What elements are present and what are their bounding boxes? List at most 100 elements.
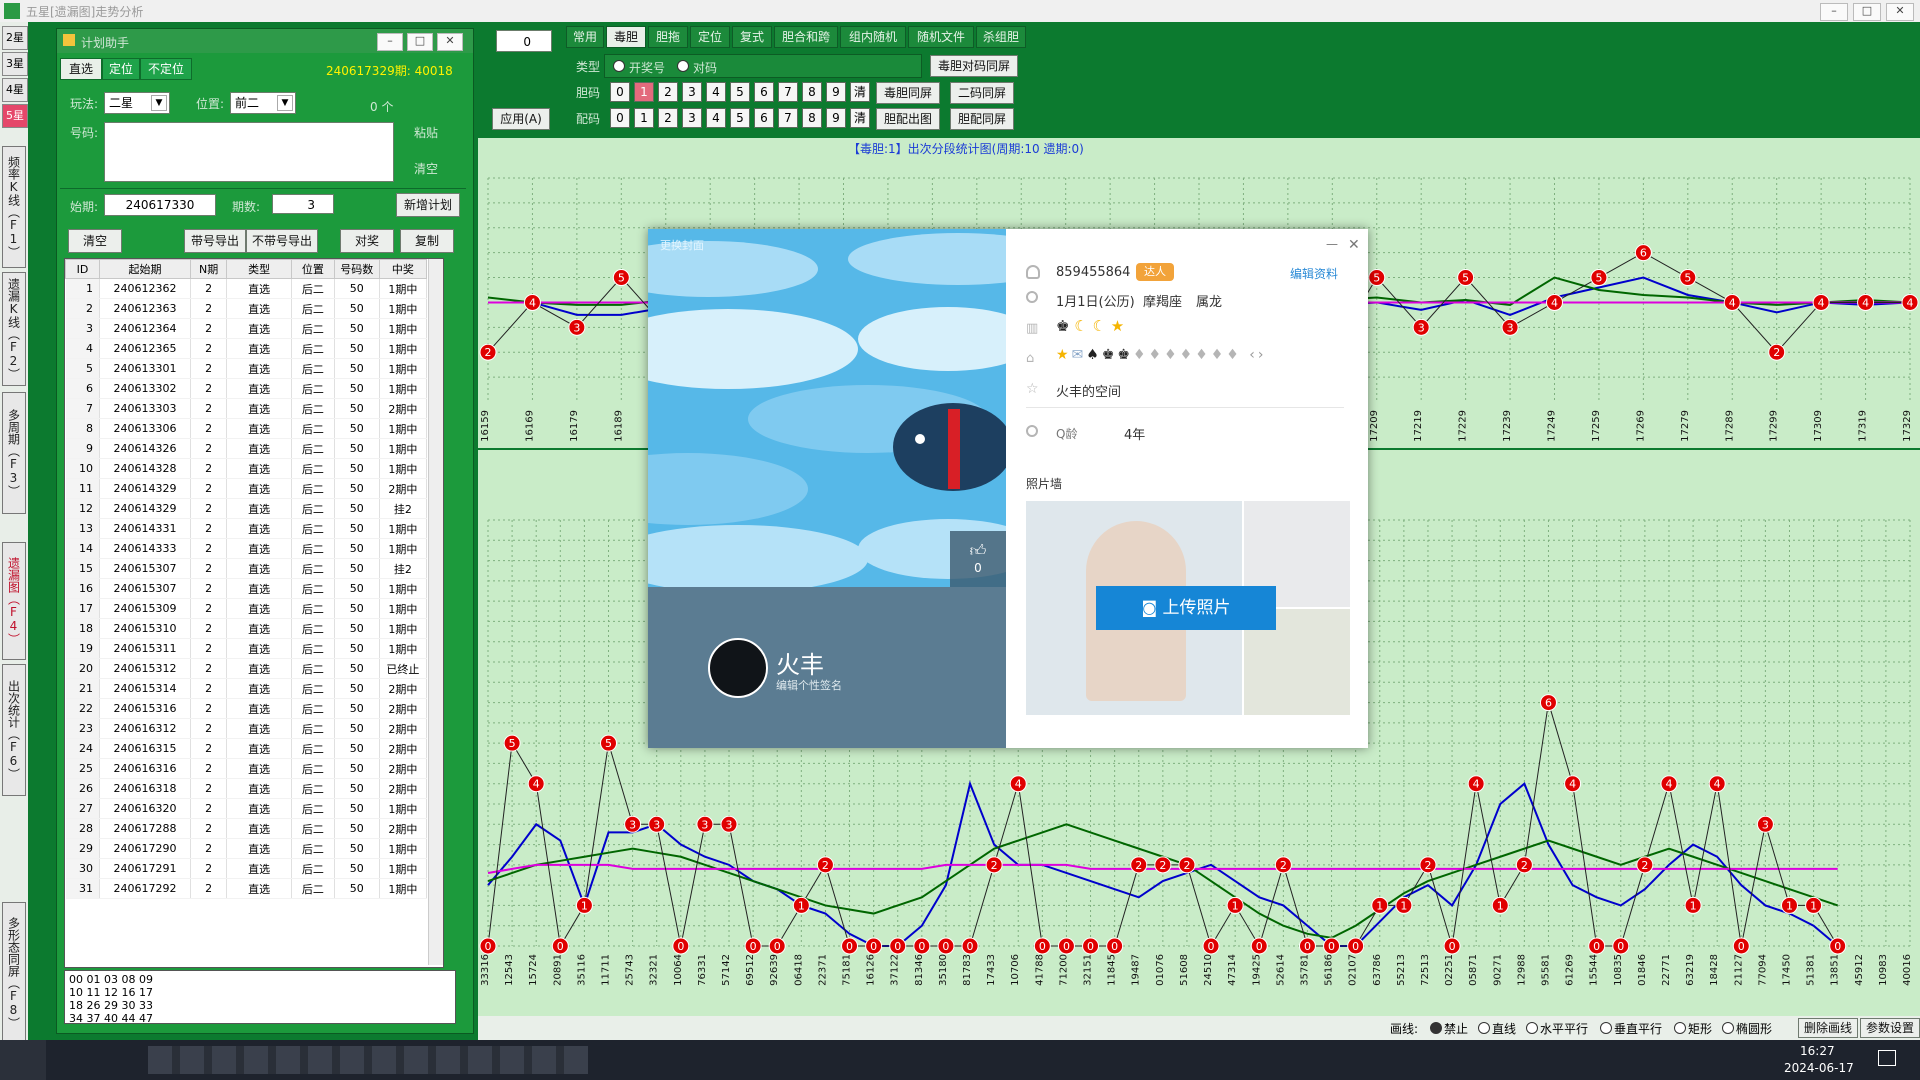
plan-tab-direct[interactable]: 直选 bbox=[60, 58, 102, 80]
column-header[interactable]: 号码数 bbox=[333, 259, 380, 279]
popup-close-button[interactable]: ✕ bbox=[1348, 237, 1362, 253]
tab-group-random[interactable]: 组内随机 bbox=[840, 26, 906, 48]
poison-pair-screen-button[interactable]: 毒胆对码同屏 bbox=[930, 55, 1018, 77]
digit-button[interactable]: 2 bbox=[658, 108, 678, 128]
side-tab-count-stats[interactable]: 出次统计（F6） bbox=[2, 664, 26, 796]
change-cover-label[interactable]: 更换封面 bbox=[660, 237, 704, 253]
column-header[interactable]: 起始期 bbox=[98, 259, 192, 279]
table-row[interactable]: 15 240615307 2 直选 后二 50 挂2 bbox=[65, 558, 428, 579]
side-tab-multi-form[interactable]: 多形态同屏（F8） bbox=[2, 902, 26, 1044]
digit-button[interactable]: 1 bbox=[634, 108, 654, 128]
new-plan-button[interactable]: 新增计划 bbox=[396, 193, 460, 217]
digit-button[interactable]: 5 bbox=[730, 82, 750, 102]
radio-open-selected[interactable] bbox=[613, 60, 625, 72]
clear-number-button[interactable]: 清空 bbox=[414, 160, 438, 177]
tab-poison-gall[interactable]: 毒胆 bbox=[606, 26, 646, 48]
upload-photo-button[interactable]: ◙ 上传照片 bbox=[1096, 586, 1276, 630]
clear-digits-button[interactable]: 清 bbox=[850, 82, 870, 102]
digit-button[interactable]: 2 bbox=[658, 82, 678, 102]
table-row[interactable]: 31 240617292 2 直选 后二 50 1期中 bbox=[65, 878, 428, 899]
digit-button[interactable]: 9 bbox=[826, 82, 846, 102]
table-row[interactable]: 21 240615314 2 直选 后二 50 2期中 bbox=[65, 678, 428, 699]
table-row[interactable]: 5 240613301 2 直选 后二 50 1期中 bbox=[65, 358, 428, 379]
tab-gall-sum-span[interactable]: 胆合和跨 bbox=[774, 26, 838, 48]
table-row[interactable]: 28 240617288 2 直选 后二 50 2期中 bbox=[65, 818, 428, 839]
pos-select[interactable]: 前二 ▼ bbox=[230, 92, 296, 114]
digit-button[interactable]: 7 bbox=[778, 108, 798, 128]
column-header[interactable]: ID bbox=[65, 259, 100, 279]
table-row[interactable]: 27 240616320 2 直选 后二 50 1期中 bbox=[65, 798, 428, 819]
cover-image[interactable]: 更换封面 👍︎ 0 bbox=[648, 229, 1006, 587]
minimize-button[interactable]: – bbox=[1820, 3, 1848, 21]
table-row[interactable]: 26 240616318 2 直选 后二 50 2期中 bbox=[65, 778, 428, 799]
draw-radio[interactable] bbox=[1526, 1022, 1538, 1034]
table-row[interactable]: 29 240617290 2 直选 后二 50 1期中 bbox=[65, 838, 428, 859]
edit-profile-link[interactable]: 编辑资料 bbox=[1290, 265, 1338, 282]
table-row[interactable]: 11 240614329 2 直选 后二 50 2期中 bbox=[65, 478, 428, 499]
tab-2star[interactable]: 2星 bbox=[2, 26, 28, 50]
paste-button[interactable]: 粘贴 bbox=[414, 124, 438, 141]
side-tab-multi-period[interactable]: 多周期（F3） bbox=[2, 392, 26, 514]
avatar[interactable] bbox=[708, 638, 768, 698]
table-row[interactable]: 16 240615307 2 直选 后二 50 1期中 bbox=[65, 578, 428, 599]
digit-button[interactable]: 9 bbox=[826, 108, 846, 128]
table-row[interactable]: 8 240613306 2 直选 后二 50 1期中 bbox=[65, 418, 428, 439]
table-row[interactable]: 6 240613302 2 直选 后二 50 1期中 bbox=[65, 378, 428, 399]
table-row[interactable]: 17 240615309 2 直选 后二 50 1期中 bbox=[65, 598, 428, 619]
tab-common[interactable]: 常用 bbox=[566, 26, 604, 48]
table-row[interactable]: 9 240614326 2 直选 后二 50 1期中 bbox=[65, 438, 428, 459]
copy-button[interactable]: 复制 bbox=[400, 229, 454, 253]
side-tab-miss-chart[interactable]: 遗漏图（F4） bbox=[2, 542, 26, 660]
digit-button[interactable]: 6 bbox=[754, 82, 774, 102]
close-button[interactable]: ✕ bbox=[1886, 3, 1914, 21]
edit-signature-link[interactable]: 编辑个性签名 bbox=[776, 677, 842, 693]
tab-3star[interactable]: 3星 bbox=[2, 52, 28, 76]
table-row[interactable]: 19 240615311 2 直选 后二 50 1期中 bbox=[65, 638, 428, 659]
tab-locate[interactable]: 定位 bbox=[690, 26, 730, 48]
tab-4star[interactable]: 4星 bbox=[2, 78, 28, 102]
gall-pair-chart-button[interactable]: 胆配出图 bbox=[876, 108, 940, 130]
number-textarea[interactable] bbox=[104, 122, 394, 182]
settings-button[interactable]: 参数设置 bbox=[1860, 1018, 1920, 1038]
qzone-link[interactable]: 火丰的空间 bbox=[1056, 381, 1121, 400]
tab-kill-group[interactable]: 杀组胆 bbox=[976, 26, 1026, 48]
column-header[interactable]: 类型 bbox=[226, 259, 292, 279]
plan-tab-position[interactable]: 定位 bbox=[102, 58, 140, 80]
draw-radio[interactable] bbox=[1600, 1022, 1612, 1034]
side-tab-miss-kline[interactable]: 遗漏K线（F2） bbox=[2, 272, 26, 386]
table-row[interactable]: 14 240614333 2 直选 后二 50 1期中 bbox=[65, 538, 428, 559]
table-row[interactable]: 18 240615310 2 直选 后二 50 1期中 bbox=[65, 618, 428, 639]
spin-input[interactable]: 0 bbox=[496, 30, 552, 52]
digit-button[interactable]: 1 bbox=[634, 82, 654, 102]
radio-pair[interactable] bbox=[677, 60, 689, 72]
tab-random-file[interactable]: 随机文件 bbox=[908, 26, 974, 48]
table-row[interactable]: 1 240612362 2 直选 后二 50 1期中 bbox=[65, 278, 428, 299]
table-row[interactable]: 24 240616315 2 直选 后二 50 2期中 bbox=[65, 738, 428, 759]
chevron-left-icon[interactable]: ‹ bbox=[1249, 347, 1258, 363]
gall-pair-screen-button[interactable]: 胆配同屏 bbox=[950, 108, 1014, 130]
digit-button[interactable]: 0 bbox=[610, 108, 630, 128]
like-button[interactable]: 👍︎ 0 bbox=[950, 531, 1006, 587]
plan-tab-unposition[interactable]: 不定位 bbox=[140, 58, 192, 80]
table-row[interactable]: 23 240616312 2 直选 后二 50 2期中 bbox=[65, 718, 428, 739]
plan-maximize-button[interactable]: □ bbox=[407, 33, 433, 51]
column-header[interactable]: 中奖 bbox=[378, 259, 428, 279]
chevron-right-icon[interactable]: › bbox=[1258, 347, 1267, 363]
export-without-numbers-button[interactable]: 不带号导出 bbox=[246, 229, 318, 253]
export-with-numbers-button[interactable]: 带号导出 bbox=[184, 229, 246, 253]
draw-radio[interactable] bbox=[1478, 1022, 1490, 1034]
digit-button[interactable]: 8 bbox=[802, 108, 822, 128]
poison-screen-button[interactable]: 毒胆同屏 bbox=[876, 82, 940, 104]
start-button[interactable] bbox=[0, 1040, 46, 1080]
tab-compound[interactable]: 复式 bbox=[732, 26, 772, 48]
play-select[interactable]: 二星 ▼ bbox=[104, 92, 170, 114]
table-row[interactable]: 12 240614329 2 直选 后二 50 挂2 bbox=[65, 498, 428, 519]
table-row[interactable]: 10 240614328 2 直选 后二 50 1期中 bbox=[65, 458, 428, 479]
digit-button[interactable]: 4 bbox=[706, 108, 726, 128]
side-tab-freq-kline[interactable]: 频率K线（F1） bbox=[2, 146, 26, 268]
plan-close-button[interactable]: ✕ bbox=[437, 33, 463, 51]
draw-radio[interactable] bbox=[1722, 1022, 1734, 1034]
table-row[interactable]: 7 240613303 2 直选 后二 50 2期中 bbox=[65, 398, 428, 419]
two-code-screen-button[interactable]: 二码同屏 bbox=[950, 82, 1014, 104]
numbers-output[interactable]: 00 01 03 08 09 10 11 12 16 17 18 26 29 3… bbox=[64, 970, 456, 1025]
